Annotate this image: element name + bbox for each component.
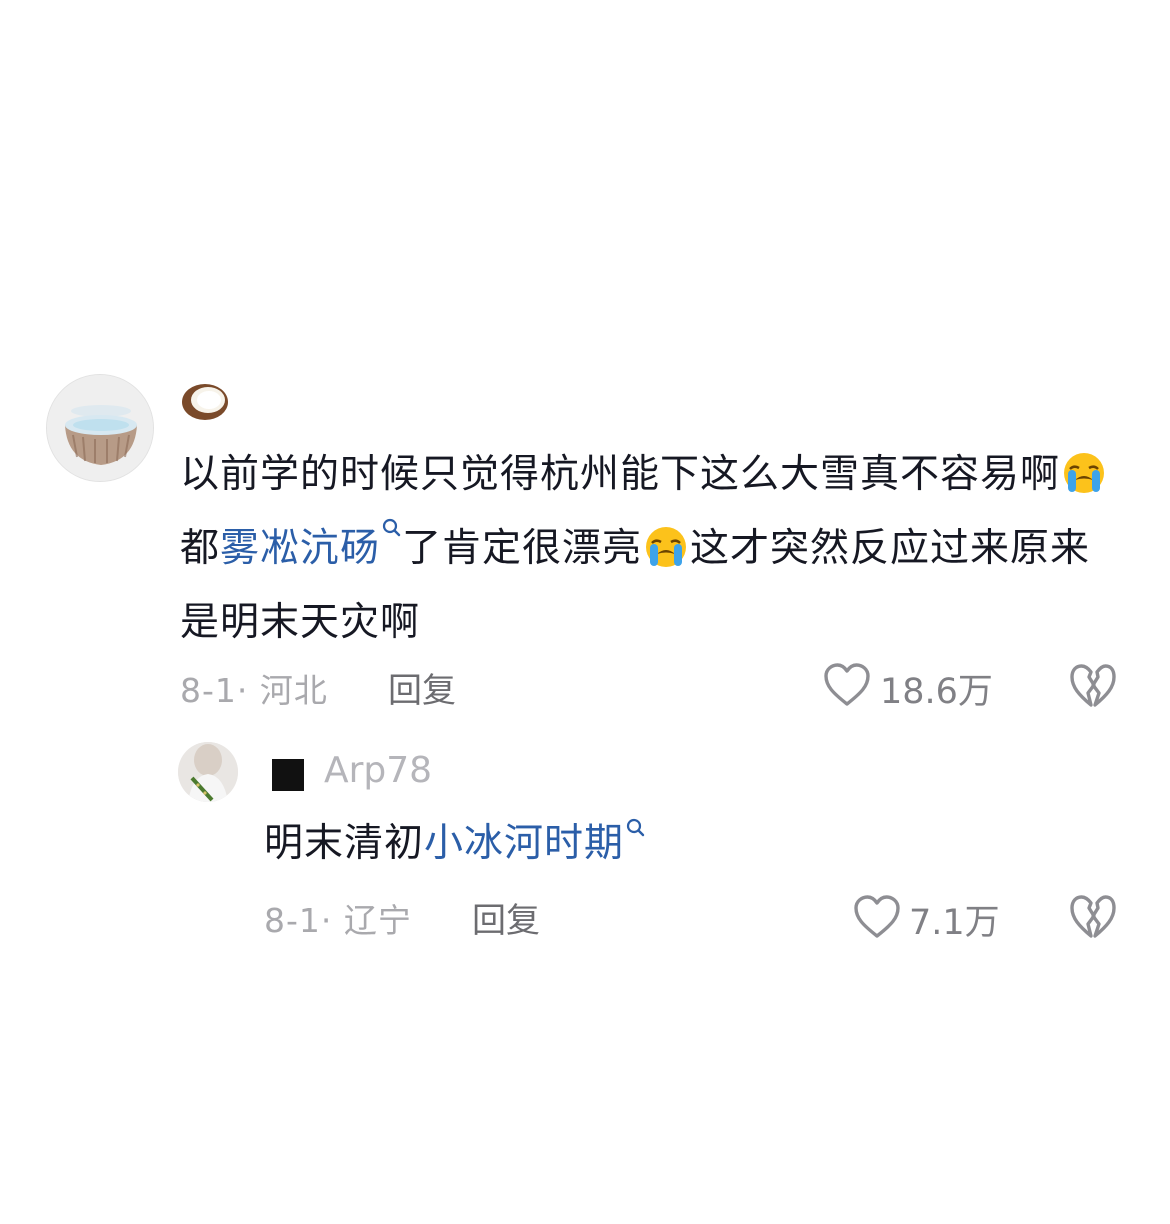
avatar[interactable] (178, 742, 238, 802)
reply-text: 明末清初小冰河时期 (264, 812, 646, 876)
comment-text-part: 了肯定很漂亮 (402, 526, 643, 571)
reply-date-location: 8-1· 辽宁 (264, 901, 412, 940)
coconut-emoji (182, 384, 228, 420)
like-count: 18.6万 (880, 672, 993, 712)
comment-text-part: 都 (180, 526, 221, 571)
like-count: 7.1万 (909, 903, 1000, 943)
reply-button[interactable]: 回复 (388, 663, 456, 712)
comment-date-location: 8-1· 河北 (180, 671, 328, 710)
username-badge (272, 759, 304, 791)
search-link-little-ice-age[interactable]: 小冰河时期 (424, 821, 624, 866)
search-icon[interactable] (626, 818, 646, 840)
reply-text-part: 明末清初 (264, 821, 425, 866)
heart-outline-icon[interactable] (823, 662, 871, 708)
comment-text: 以前学的时候只觉得杭州能下这么大雪真不容易啊 都雾凇沆砀 了肯定很漂亮 这才突然… (180, 438, 1120, 660)
avatar[interactable] (46, 374, 154, 482)
crying-face-emoji (646, 526, 687, 567)
heart-outline-icon[interactable] (853, 894, 901, 940)
crying-face-emoji (1064, 452, 1105, 493)
reply-button[interactable]: 回复 (472, 893, 540, 942)
username[interactable]: Arp78 (324, 750, 432, 791)
broken-heart-icon[interactable] (1070, 894, 1116, 940)
search-icon[interactable] (382, 518, 402, 540)
comment-text-part: 以前学的时候只觉得杭州能下这么大雪真不容易啊 (180, 452, 1061, 497)
broken-heart-icon[interactable] (1070, 663, 1116, 709)
search-link-wusong[interactable]: 雾凇沆砀 (220, 526, 380, 571)
